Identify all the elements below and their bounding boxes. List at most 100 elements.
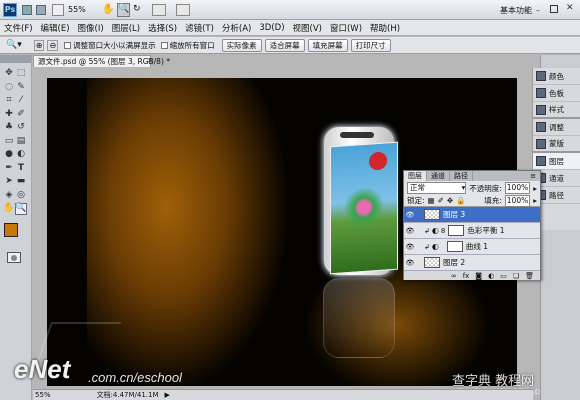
menu-file[interactable]: 文件(F) [4,22,33,34]
hand-tool-icon[interactable]: ✋ [3,203,15,215]
3d-rotate-icon[interactable]: ◈ [3,189,15,201]
lock-transparency-icon[interactable]: ▦ [428,196,435,205]
zoom-out-icon[interactable]: ⊖ [47,39,59,51]
delete-layer-icon[interactable]: 🗑 [525,272,534,280]
fill-arrow-icon[interactable]: ▸ [533,196,537,205]
layer-row-layer3[interactable]: 👁 图层 3 [404,207,540,223]
tab-layers[interactable]: 图层 [404,171,427,181]
panel-btn-styles[interactable]: 样式 [533,102,580,119]
move-tool-icon[interactable]: ✥ [3,68,15,80]
status-arrow-icon[interactable]: ▶ [165,391,170,399]
zoom-tool-preset-icon[interactable]: 🔍▾ [6,40,22,50]
close-document-icon[interactable]: ✕ [147,57,153,65]
panel-btn-swatches[interactable]: 色板 [533,85,580,102]
quick-select-tool-icon[interactable]: ✎ [15,81,27,93]
menu-view[interactable]: 视图(V) [293,22,322,34]
visibility-eye-icon[interactable]: 👁 [404,227,416,235]
visibility-eye-icon[interactable]: 👁 [404,211,416,219]
menu-3d[interactable]: 3D(D) [259,23,284,33]
visibility-eye-icon[interactable]: 👁 [404,243,416,251]
visibility-eye-icon[interactable]: 👁 [404,259,416,267]
layer-style-icon[interactable]: fx [463,272,470,280]
brush-tool-icon[interactable]: ✐ [15,108,27,120]
3d-orbit-icon[interactable]: ◎ [15,189,27,201]
zoom-in-icon[interactable]: ⊕ [33,39,45,51]
actual-pixels-button[interactable]: 实际像素 [221,38,262,52]
view-extras-button[interactable] [52,4,64,16]
healing-brush-icon[interactable]: ✚ [3,108,15,120]
blur-tool-icon[interactable]: ● [3,149,15,161]
menu-analysis[interactable]: 分析(A) [222,22,251,34]
zoom-tool-icon[interactable]: 🔍 [15,202,27,215]
type-tool-icon[interactable]: T [15,162,27,174]
fill-screen-button[interactable]: 填充屏幕 [307,38,348,52]
document-info[interactable]: 文档:4.47M/41.1M [97,390,159,400]
foreground-color-swatch[interactable] [4,223,18,237]
panel-menu-icon[interactable]: ≡ [526,171,540,181]
fit-screen-button[interactable]: 适合屏幕 [264,38,305,52]
layer-name[interactable]: 图层 2 [443,257,465,268]
clone-stamp-icon[interactable]: ♣ [3,122,15,134]
workspace-switcher[interactable]: 基本功能 [500,5,532,16]
new-layer-icon[interactable]: ❏ [513,272,519,280]
pen-tool-icon[interactable]: ✒ [3,162,15,174]
print-size-button[interactable]: 打印尺寸 [350,38,391,52]
menu-image[interactable]: 图像(I) [78,22,104,34]
mini-bridge-icon[interactable] [36,5,46,15]
layer-name[interactable]: 色彩平衡 1 [467,225,504,236]
menu-window[interactable]: 窗口(W) [330,22,362,34]
lock-pixels-icon[interactable]: ✐ [438,196,444,205]
new-group-icon[interactable]: ▭ [500,272,507,280]
marquee-tool-icon[interactable]: ⬚ [15,68,27,80]
lock-position-icon[interactable]: ✥ [447,196,453,205]
close-icon[interactable]: ✕ [566,3,574,13]
layer-name[interactable]: 图层 3 [443,209,465,220]
panel-btn-layers[interactable]: 图层 [533,153,580,170]
menu-edit[interactable]: 编辑(E) [41,22,70,34]
crop-tool-icon[interactable]: ⌗ [3,95,15,107]
layer-row-layer2[interactable]: 👁 图层 2 [404,255,540,271]
zoom-all-option[interactable]: 缩放所有窗口 [160,40,215,51]
opacity-input[interactable]: 100% [504,182,531,194]
rotate-view-icon[interactable]: ↻ [133,4,145,16]
zoom-tool-icon[interactable]: 🔍 [117,3,130,17]
resize-windows-checkbox[interactable] [64,42,72,49]
eyedropper-tool-icon[interactable]: ⁄ [15,95,27,107]
new-adjustment-icon[interactable]: ◐ [488,272,494,280]
opacity-arrow-icon[interactable]: ▸ [533,184,537,193]
arrange-documents-button[interactable] [152,4,166,16]
tab-paths[interactable]: 路径 [450,171,473,181]
panel-btn-adjustments[interactable]: 调整 [533,119,580,136]
zoom-level[interactable]: 55% [68,5,86,14]
add-mask-icon[interactable]: ◙ [475,272,482,280]
layer-row-curves[interactable]: 👁 ↲ ◐ 曲线 1 [404,239,540,255]
tools-panel-header[interactable] [0,55,31,63]
layer-name[interactable]: 曲线 1 [466,241,488,252]
panel-btn-color[interactable]: 颜色 [533,68,580,85]
menu-filter[interactable]: 滤镜(T) [185,22,214,34]
menu-layer[interactable]: 图层(L) [112,22,140,34]
shape-tool-icon[interactable]: ▬ [15,176,27,188]
link-layers-icon[interactable]: ∞ [451,272,457,280]
zoom-all-checkbox[interactable] [160,42,168,49]
menu-help[interactable]: 帮助(H) [370,22,400,34]
menu-select[interactable]: 选择(S) [148,22,177,34]
dodge-tool-icon[interactable]: ◐ [15,149,27,161]
quick-mask-icon[interactable] [7,252,21,263]
layer-row-color-balance[interactable]: 👁 ↲ ◐ 8 色彩平衡 1 [404,223,540,239]
history-brush-icon[interactable]: ↺ [15,122,27,134]
panel-btn-masks[interactable]: 蒙版 [533,136,580,153]
status-zoom[interactable]: 55% [35,391,51,399]
path-select-icon[interactable]: ➤ [3,176,15,188]
lasso-tool-icon[interactable]: ◌ [3,81,15,93]
minimize-icon[interactable]: – [536,6,540,15]
blend-mode-select[interactable]: 正常 ▾ [407,182,467,194]
document-tab[interactable]: 源文件.psd @ 55% (图层 3, RGB/8) * [33,55,170,67]
screen-mode-button[interactable] [176,4,190,16]
tab-channels[interactable]: 通道 [427,171,450,181]
lock-all-icon[interactable]: 🔒 [456,196,465,205]
maximize-icon[interactable] [550,5,558,13]
bridge-icon[interactable] [22,5,32,15]
eraser-tool-icon[interactable]: ▭ [3,135,15,147]
hand-tool-icon[interactable]: ✋ [102,4,114,16]
